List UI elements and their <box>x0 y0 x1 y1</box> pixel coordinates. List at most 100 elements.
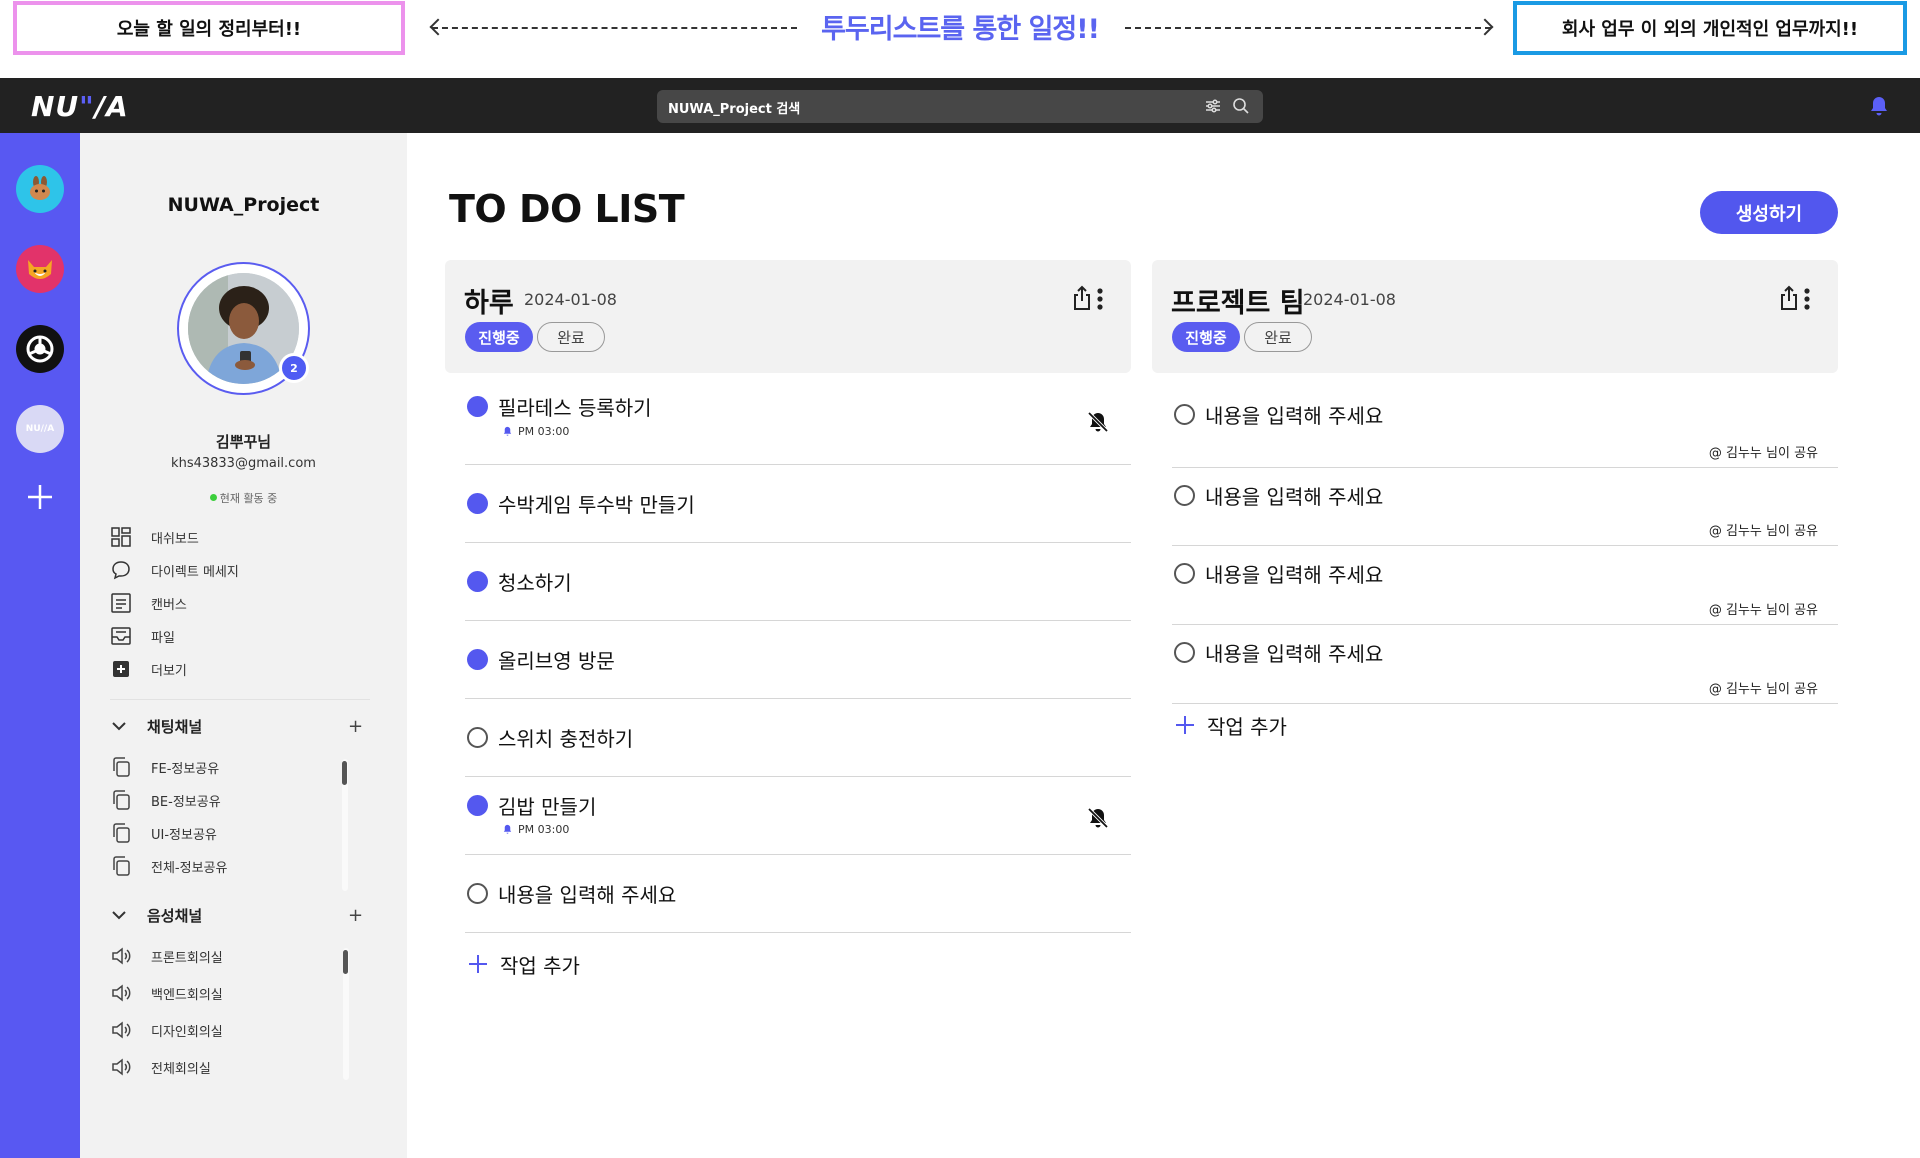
voice-channel-item[interactable]: 프론트회의실 <box>110 945 223 967</box>
nav-divider <box>110 699 370 700</box>
add-voice-channel-button[interactable]: + <box>348 905 363 926</box>
chevron-down-icon[interactable] <box>110 906 128 924</box>
chat-channel-section[interactable]: 채팅채널 + <box>110 715 363 737</box>
user-email: khs43833@gmail.com <box>171 456 316 471</box>
task-item[interactable]: 스위치 충전하기 <box>465 699 1131 777</box>
task-item[interactable]: 내용을 입력해 주세요 @ 김누누 님이 공유 <box>1172 387 1838 468</box>
plus-icon <box>469 955 487 973</box>
task-input: 내용을 입력해 주세요 <box>1205 404 1384 428</box>
voice-scrollbar[interactable] <box>343 950 348 974</box>
create-button[interactable]: 생성하기 <box>1700 191 1838 234</box>
shared-by-label: @ 김누누 님이 공유 <box>1708 446 1818 461</box>
search-placeholder: NUWA_Project 검색 <box>668 102 801 117</box>
task-input: 내용을 입력해 주세요 <box>1205 642 1384 666</box>
status-done-tab[interactable]: 완료 <box>1244 322 1312 352</box>
search-input[interactable]: NUWA_Project 검색 <box>657 90 1263 123</box>
task-checkbox[interactable] <box>1174 404 1195 425</box>
plus-icon <box>1176 716 1194 734</box>
task-item[interactable]: 김밥 만들기 PM 03:00 <box>465 777 1131 855</box>
more-vertical-icon[interactable] <box>1096 287 1104 311</box>
chevron-down-icon[interactable] <box>110 717 128 735</box>
workspace-rail: NU//A <box>0 133 80 1158</box>
shiba-app-icon[interactable] <box>16 245 64 293</box>
notification-bell-icon[interactable] <box>1868 95 1890 117</box>
task-item[interactable]: 올리브영 방문 <box>465 621 1131 699</box>
right-callout: 회사 업무 이 외의 개인적인 업무까지!! <box>1513 1 1907 55</box>
task-checkbox[interactable] <box>467 571 488 592</box>
task-checkbox[interactable] <box>1174 485 1195 506</box>
voice-channel-item[interactable]: 디자인회의실 <box>110 1019 223 1041</box>
nav-canvas[interactable]: 캔버스 <box>110 592 187 614</box>
task-checkbox[interactable] <box>467 649 488 670</box>
status-done-tab[interactable]: 완료 <box>537 322 605 352</box>
task-checkbox[interactable] <box>1174 642 1195 663</box>
nav-files[interactable]: 파일 <box>110 625 175 647</box>
task-item[interactable]: 내용을 입력해 주세요 <box>465 855 1131 933</box>
column-title: 하루 <box>464 288 514 319</box>
share-icon[interactable] <box>1071 285 1093 311</box>
promo-banner: 오늘 할 일의 정리부터!! 투두리스트를 통한 일정!! 회사 업무 이 외의… <box>0 0 1920 78</box>
add-task-button[interactable]: 작업 추가 <box>1172 711 1287 739</box>
column-date: 2024-01-08 <box>524 290 617 309</box>
bell-off-icon[interactable] <box>1085 409 1111 435</box>
task-input: 내용을 입력해 주세요 <box>498 883 677 907</box>
chat-channel-item[interactable]: 전체-정보공유 <box>110 855 227 877</box>
chat-scrollbar[interactable] <box>342 761 347 785</box>
more-vertical-icon[interactable] <box>1803 287 1811 311</box>
nuwa-logo[interactable]: NU"/A <box>31 90 129 123</box>
bell-off-icon[interactable] <box>1085 805 1111 831</box>
pancake-app-icon[interactable] <box>16 165 64 213</box>
voice-channel-section[interactable]: 음성채널 + <box>110 904 363 926</box>
task-item[interactable]: 청소하기 <box>465 543 1131 621</box>
nav-more[interactable]: 더보기 <box>110 658 187 680</box>
share-icon[interactable] <box>1778 285 1800 311</box>
search-icon[interactable] <box>1232 97 1250 115</box>
task-checkbox[interactable] <box>467 883 488 904</box>
task-item[interactable]: 내용을 입력해 주세요 @ 김누누 님이 공유 <box>1172 546 1838 625</box>
task-item[interactable]: 내용을 입력해 주세요 @ 김누누 님이 공유 <box>1172 468 1838 546</box>
chat-channel-label: 채팅채널 <box>147 717 203 736</box>
status-in-progress-tab[interactable]: 진행중 <box>465 322 533 352</box>
top-bar: NU"/A NUWA_Project 검색 <box>0 78 1920 133</box>
chat-channel-item[interactable]: FE-정보공유 <box>110 756 219 778</box>
left-callout: 오늘 할 일의 정리부터!! <box>13 1 405 55</box>
task-item[interactable]: 필라테스 등록하기 PM 03:00 <box>465 387 1131 465</box>
bell-small-icon <box>503 824 512 834</box>
chat-channel-item[interactable]: UI-정보공유 <box>110 822 217 844</box>
voice-channel-item[interactable]: 백엔드회의실 <box>110 982 223 1004</box>
copy-doc-icon <box>113 790 130 810</box>
nav-direct-message[interactable]: 다이렉트 메세지 <box>110 559 239 581</box>
task-checkbox[interactable] <box>467 493 488 514</box>
task-item[interactable]: 수박게임 투수박 만들기 <box>465 465 1131 543</box>
avatar-badge: 2 <box>279 353 309 383</box>
column-title: 프로젝트 팀 <box>1171 288 1305 319</box>
add-task-button[interactable]: 작업 추가 <box>465 950 580 978</box>
copy-doc-icon <box>113 757 130 777</box>
add-chat-channel-button[interactable]: + <box>348 716 363 737</box>
nuwa-app-icon[interactable]: NU//A <box>16 405 64 453</box>
dashboard-icon <box>111 527 131 547</box>
task-checkbox[interactable] <box>467 727 488 748</box>
task-checkbox[interactable] <box>467 396 488 417</box>
copy-doc-icon <box>113 823 130 843</box>
filter-sliders-icon[interactable] <box>1205 98 1221 114</box>
file-tray-icon <box>111 627 131 645</box>
shared-by-label: @ 김누누 님이 공유 <box>1708 682 1818 697</box>
nav-dashboard[interactable]: 대쉬보드 <box>110 526 199 548</box>
task-input: 내용을 입력해 주세요 <box>1205 563 1384 587</box>
speaker-icon <box>112 947 131 965</box>
shared-by-label: @ 김누누 님이 공유 <box>1708 603 1818 618</box>
banner-title: 투두리스트를 통한 일정!! <box>821 14 1100 45</box>
speaker-icon <box>112 1058 131 1076</box>
add-workspace-icon[interactable] <box>22 479 58 515</box>
circle-app-icon[interactable] <box>16 325 64 373</box>
task-checkbox[interactable] <box>1174 563 1195 584</box>
shared-by-label: @ 김누누 님이 공유 <box>1708 524 1818 539</box>
task-item[interactable]: 내용을 입력해 주세요 @ 김누누 님이 공유 <box>1172 625 1838 704</box>
task-checkbox[interactable] <box>467 795 488 816</box>
arrow-right-icon <box>1476 18 1494 36</box>
chat-channel-item[interactable]: BE-정보공유 <box>110 789 221 811</box>
status-in-progress-tab[interactable]: 진행중 <box>1172 322 1240 352</box>
task-reminder: PM 03:00 <box>502 425 569 438</box>
voice-channel-item[interactable]: 전체회의실 <box>110 1056 211 1078</box>
